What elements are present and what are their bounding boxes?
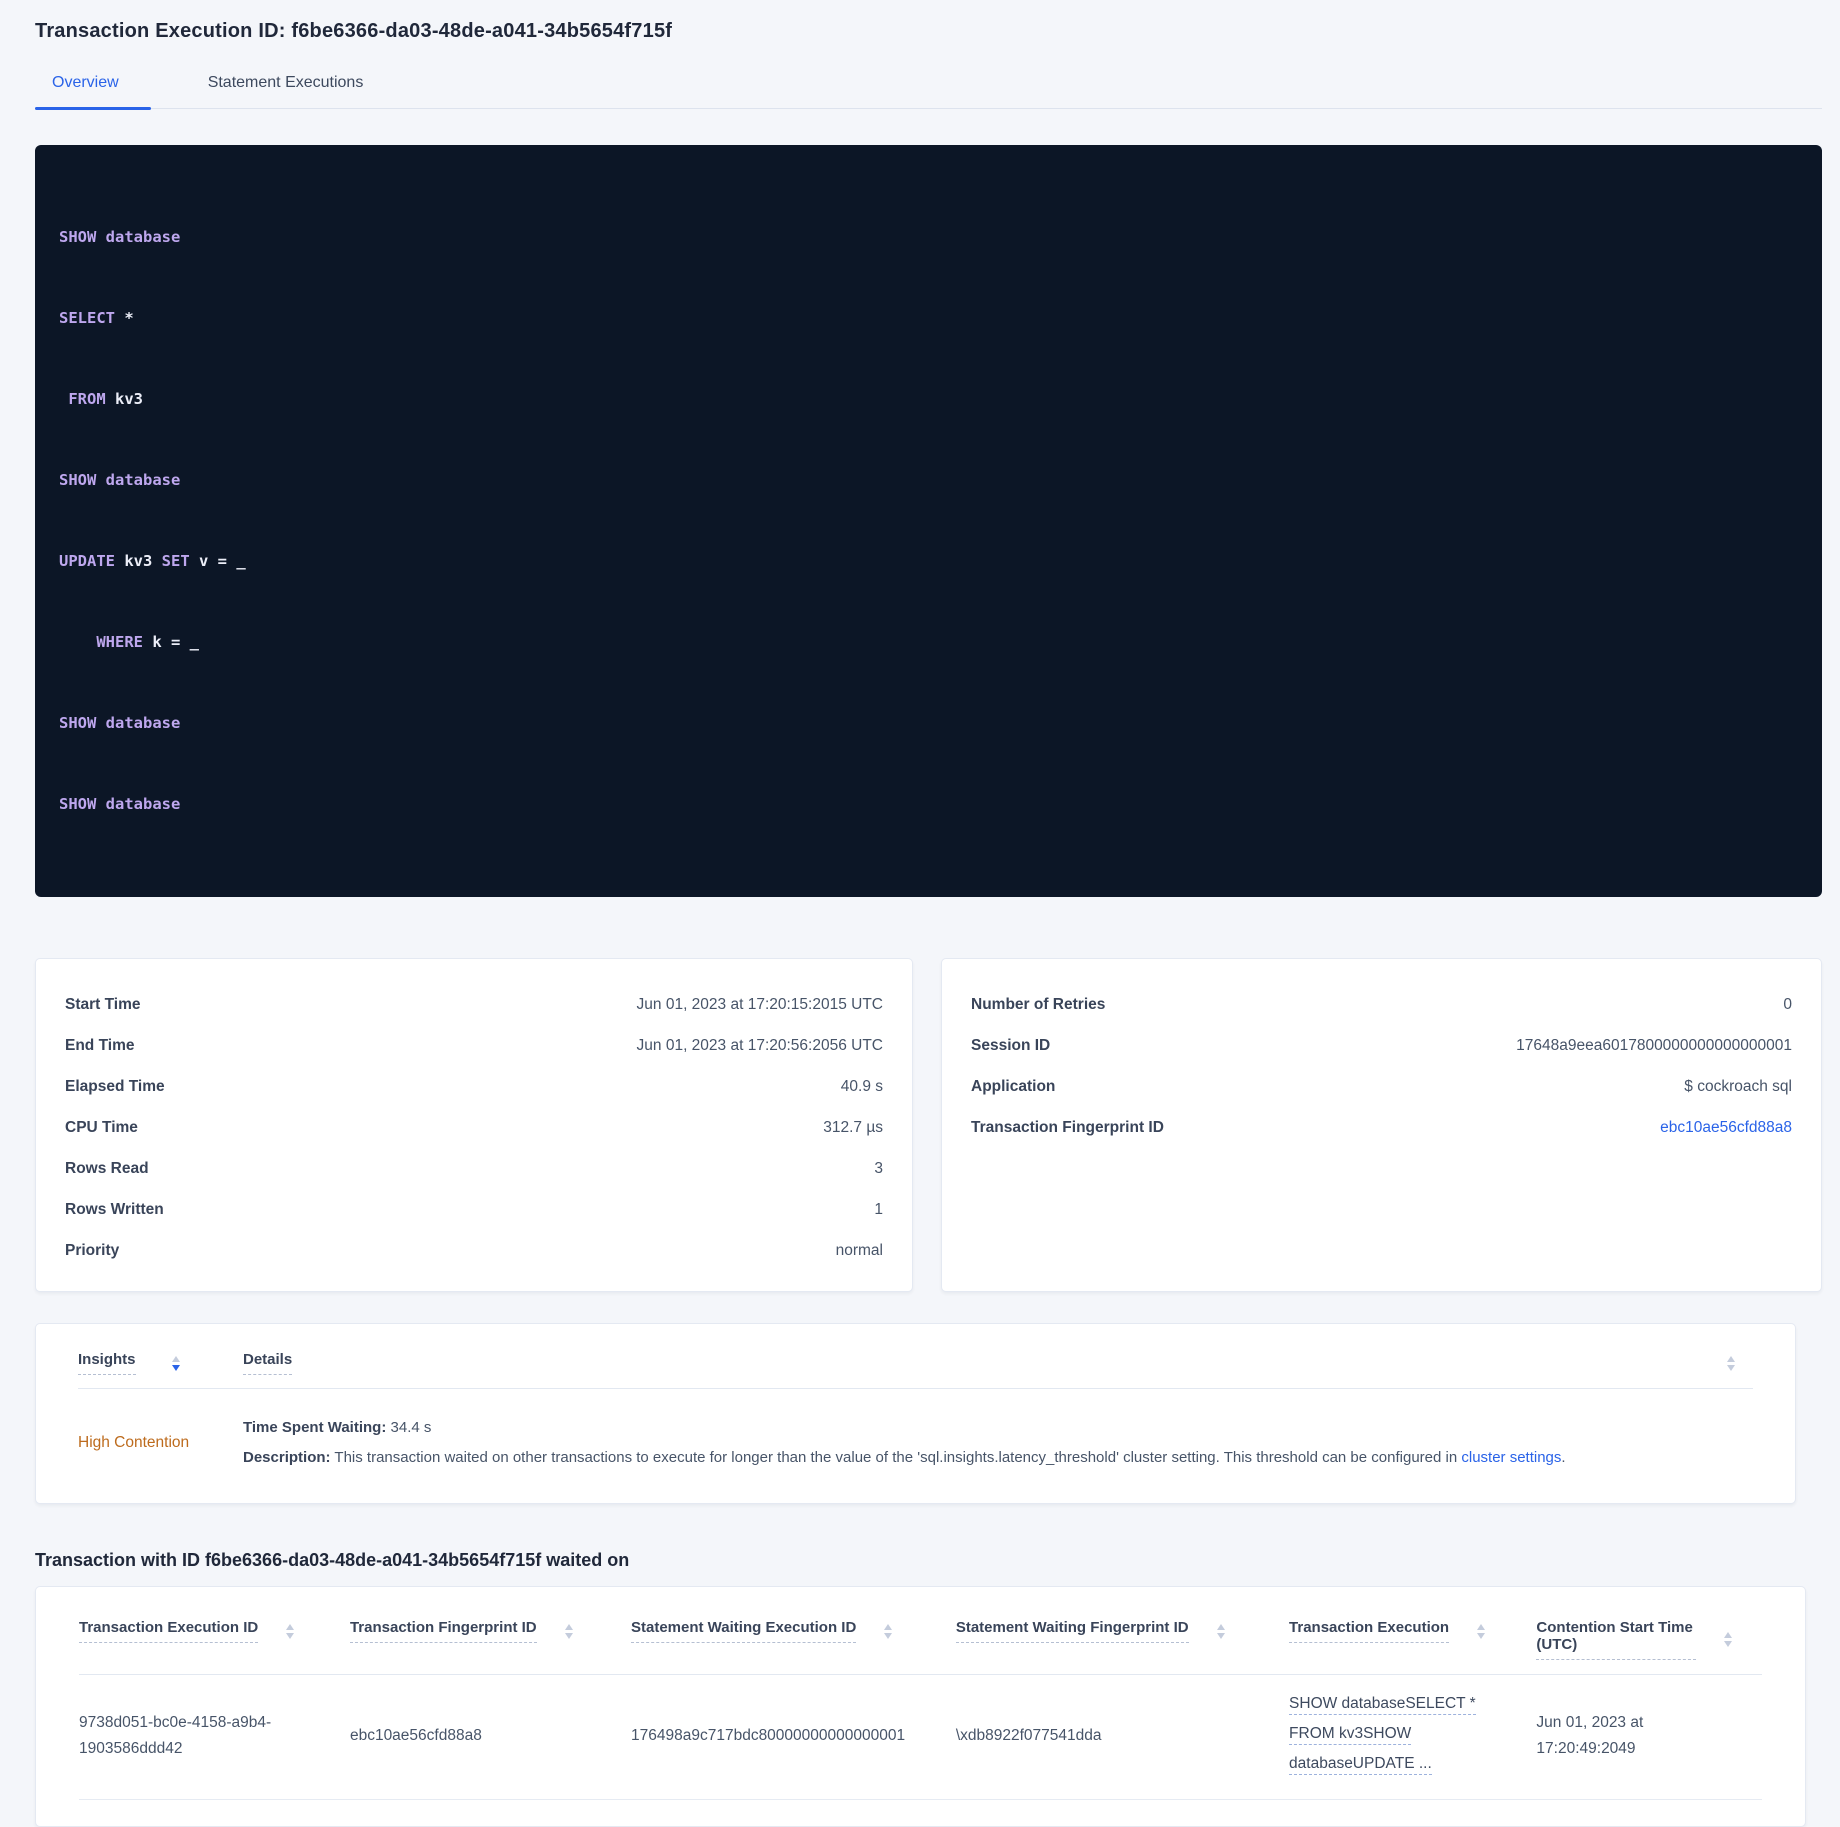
waited-on-table-card: Transaction Execution ID Transaction Fin… [35, 1586, 1806, 1827]
sort-arrows-icon[interactable] [1477, 1623, 1486, 1639]
sort-arrows-icon[interactable] [1216, 1623, 1225, 1639]
column-header-transaction-execution-id[interactable]: Transaction Execution ID [79, 1587, 350, 1675]
sql-line: SHOW database [59, 228, 181, 246]
sort-arrows-icon[interactable] [564, 1623, 573, 1639]
summary-cards-row: Start Time Jun 01, 2023 at 17:20:15:2015 … [35, 958, 1822, 1292]
insights-column-header[interactable]: Insights [78, 1351, 243, 1375]
cell-statement-waiting-fingerprint-id: \xdb8922f077541dda [955, 1674, 1290, 1800]
sort-arrows-icon[interactable] [171, 1355, 180, 1371]
summary-row-application: Application $ cockroach sql [971, 1078, 1792, 1095]
tab-bar: Overview Statement Executions [35, 74, 1822, 110]
summary-row-end-time: End Time Jun 01, 2023 at 17:20:56:2056 UT… [65, 1037, 883, 1054]
transaction-execution-page: Transaction Execution ID: f6be6366-da03-… [0, 0, 1840, 1827]
summary-row-retries: Number of Retries 0 [971, 996, 1792, 1013]
sql-line: FROM kv3 [59, 390, 143, 408]
transaction-execution-link[interactable]: SHOW databaseSELECT * FROM kv3SHOW datab… [1289, 1691, 1506, 1781]
insight-details: Time Spent Waiting: 34.4 s Description: … [243, 1413, 1566, 1473]
summary-row-start-time: Start Time Jun 01, 2023 at 17:20:15:2015 … [65, 996, 883, 1013]
time-spent-waiting: Time Spent Waiting: 34.4 s [243, 1419, 432, 1436]
cluster-settings-link[interactable]: cluster settings [1461, 1449, 1561, 1466]
sql-line: SHOW database [59, 471, 181, 489]
column-header-contention-start-time[interactable]: Contention Start Time (UTC) [1536, 1587, 1762, 1675]
cell-transaction-execution-id: 9738d051-bc0e-4158-a9b4-1903586ddd42 [79, 1674, 350, 1800]
waited-on-heading: Transaction with ID f6be6366-da03-48de-a… [35, 1550, 630, 1570]
sql-line: SELECT * [59, 309, 134, 327]
summary-row-session-id: Session ID 17648a9eea60178000000000000000… [971, 1037, 1792, 1054]
summary-row-rows-read: Rows Read 3 [65, 1160, 883, 1177]
cell-statement-waiting-execution-id: 176498a9c717bdc80000000000000001 [631, 1674, 956, 1800]
sort-arrows-icon[interactable] [884, 1623, 893, 1639]
waited-table-header-row: Transaction Execution ID Transaction Fin… [79, 1587, 1762, 1675]
sql-statements-box: SHOW database SELECT * FROM kv3 SHOW dat… [35, 145, 1822, 897]
cell-transaction-fingerprint-id: ebc10ae56cfd88a8 [349, 1674, 631, 1800]
summary-row-elapsed-time: Elapsed Time 40.9 s [65, 1078, 883, 1095]
sql-line: UPDATE kv3 SET v = _ [59, 552, 246, 570]
cell-contention-start-time: Jun 01, 2023 at 17:20:49:2049 [1536, 1674, 1762, 1800]
transaction-fingerprint-link[interactable]: ebc10ae56cfd88a8 [1660, 1116, 1792, 1139]
table-footer-spacer [79, 1800, 1762, 1826]
column-header-transaction-fingerprint-id[interactable]: Transaction Fingerprint ID [349, 1587, 631, 1675]
tab-overview[interactable]: Overview [35, 74, 151, 110]
sql-line: WHERE k = _ [96, 633, 199, 651]
waited-on-table: Transaction Execution ID Transaction Fin… [79, 1587, 1762, 1800]
column-header-statement-waiting-execution-id[interactable]: Statement Waiting Execution ID [631, 1587, 956, 1675]
waited-table-row: 9738d051-bc0e-4158-a9b4-1903586ddd42 ebc… [79, 1674, 1762, 1800]
insight-row: High Contention Time Spent Waiting: 34.4… [78, 1389, 1753, 1503]
summary-row-transaction-fingerprint: Transaction Fingerprint ID ebc10ae56cfd88… [971, 1107, 1792, 1148]
insight-description: Description: This transaction waited on … [243, 1449, 1566, 1466]
sql-line: SHOW database [59, 714, 181, 732]
sort-arrows-icon[interactable] [1724, 1632, 1732, 1647]
column-header-transaction-execution[interactable]: Transaction Execution [1289, 1587, 1537, 1675]
session-summary-card: Number of Retries 0 Session ID 17648a9eea6… [941, 958, 1822, 1292]
page-title: Transaction Execution ID: f6be6366-da03-… [35, 20, 673, 42]
sort-arrows-icon[interactable] [1727, 1355, 1735, 1371]
summary-row-cpu-time: CPU Time 312.7 µs [65, 1119, 883, 1136]
sql-line: SHOW database [59, 795, 181, 813]
cell-transaction-execution: SHOW databaseSELECT * FROM kv3SHOW datab… [1289, 1674, 1537, 1800]
insight-badge: High Contention [78, 1434, 190, 1451]
summary-row-rows-written: Rows Written 1 [65, 1201, 883, 1218]
column-header-statement-waiting-fingerprint-id[interactable]: Statement Waiting Fingerprint ID [955, 1587, 1290, 1675]
insights-card: Insights Details High Contention Time Sp… [35, 1323, 1796, 1504]
tab-statement-executions[interactable]: Statement Executions [208, 74, 364, 108]
timing-summary-card: Start Time Jun 01, 2023 at 17:20:15:2015 … [35, 958, 913, 1292]
summary-row-priority: Priority normal [65, 1242, 883, 1259]
insights-table-header: Insights Details [78, 1324, 1753, 1389]
details-column-header[interactable]: Details [243, 1351, 293, 1375]
sort-arrows-icon[interactable] [286, 1623, 295, 1639]
